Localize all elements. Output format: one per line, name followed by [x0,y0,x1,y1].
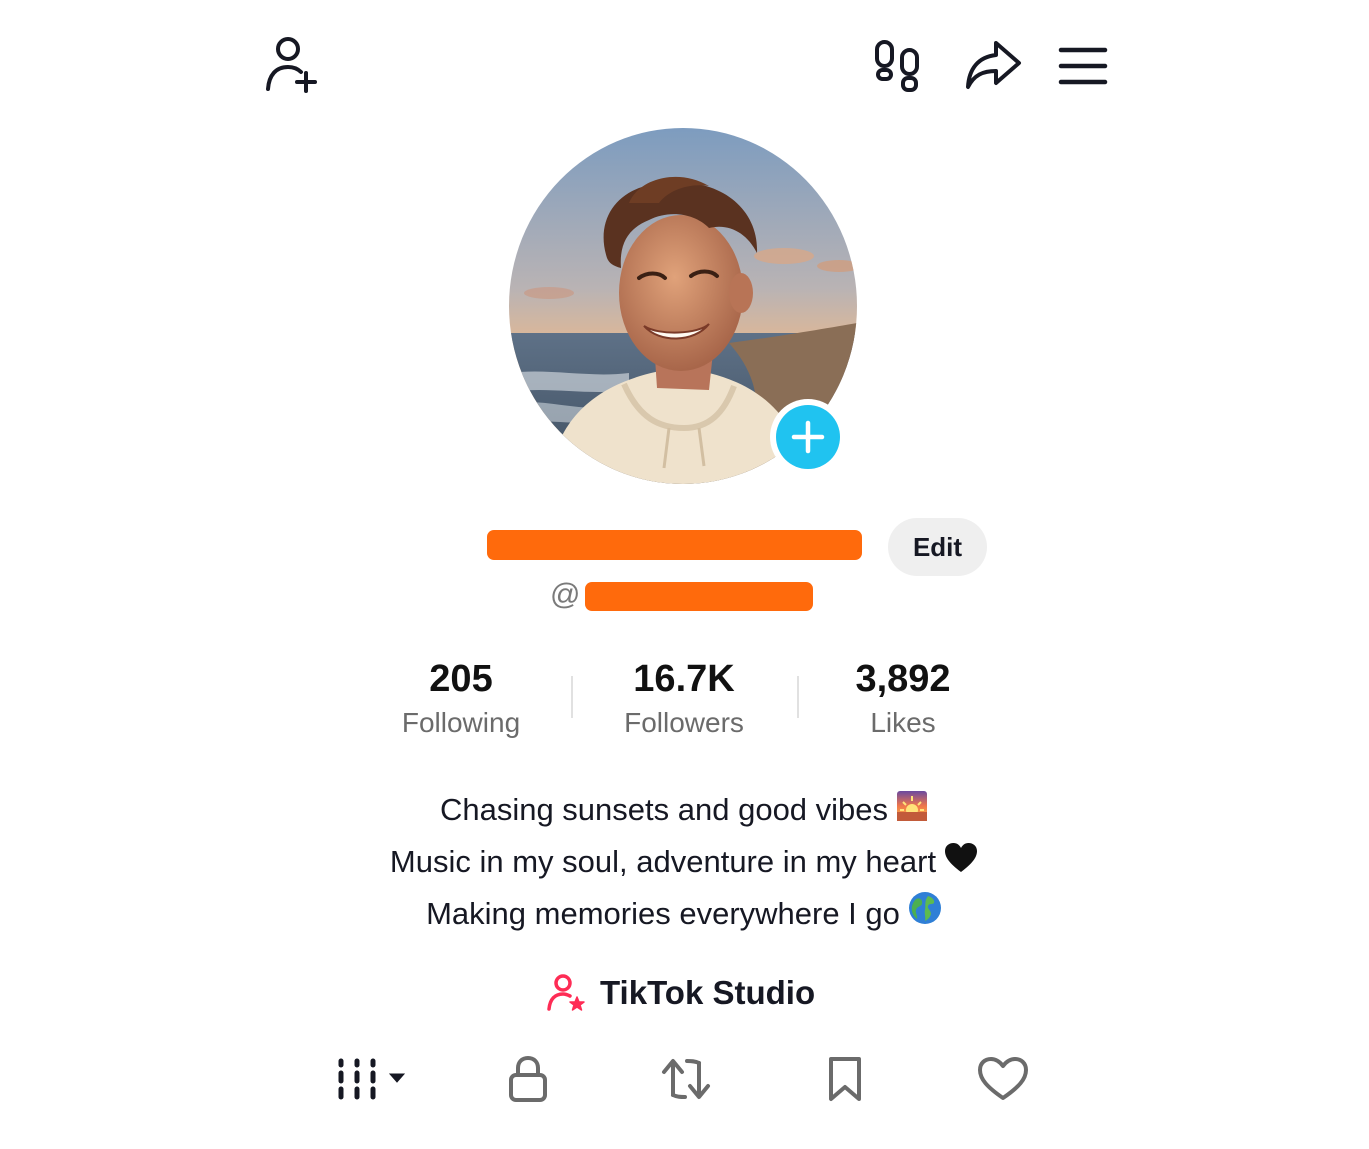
bio-text: Music in my soul, adventure in my heart [389,843,937,879]
username-handle [585,582,813,611]
add-friend-button[interactable] [258,34,324,96]
bio-line: Chasing sunsets and good vibes [284,785,1084,837]
display-name [487,530,862,560]
stat-followers[interactable]: 16.7K Followers [574,655,794,743]
stat-divider [571,676,573,718]
add-story-button[interactable] [770,399,846,475]
repost-icon [662,1059,710,1099]
bio: Chasing sunsets and good vibes Music in … [284,785,1084,940]
bio-line: Making memories everywhere I go [284,889,1084,941]
bookmark-icon [829,1057,861,1101]
person-star-icon [547,974,585,1011]
followers-count: 16.7K [633,658,735,700]
tab-reposts[interactable] [656,1050,716,1108]
black-heart-emoji [944,839,978,889]
stat-likes[interactable]: 3,892 Likes [793,655,1013,743]
heart-icon [978,1057,1028,1100]
footprints-icon [875,40,919,92]
tiktok-studio-label: TikTok Studio [600,974,816,1011]
share-arrow-icon [966,41,1021,89]
person-plus-icon [266,37,317,93]
menu-button[interactable] [1054,40,1112,92]
globe-emoji [908,890,942,940]
plus-icon [791,420,825,454]
bio-text: Chasing sunsets and good vibes [439,792,889,827]
tab-saved[interactable] [820,1050,870,1108]
bio-text: Making memories everywhere I go [426,895,900,931]
sunset-emoji [896,787,928,837]
bio-line: Music in my soul, adventure in my heart [284,837,1084,889]
grid-videos-icon [338,1058,406,1100]
likes-label: Likes [870,707,936,738]
hamburger-menu-icon [1058,47,1108,85]
followers-label: Followers [624,707,744,738]
tab-private[interactable] [500,1050,556,1108]
likes-count: 3,892 [855,658,951,700]
profile-views-button[interactable] [868,34,930,98]
edit-profile-button[interactable]: Edit [888,518,987,576]
tab-videos[interactable] [332,1050,412,1108]
stat-following[interactable]: 205 Following [351,655,571,743]
tiktok-studio-link[interactable]: TikTok Studio [546,968,815,1018]
following-label: Following [401,707,521,738]
handle-prefix: @ [550,578,581,611]
lock-icon [509,1056,547,1102]
share-profile-button[interactable] [960,34,1026,96]
tab-liked[interactable] [972,1050,1034,1108]
following-count: 205 [429,658,493,700]
